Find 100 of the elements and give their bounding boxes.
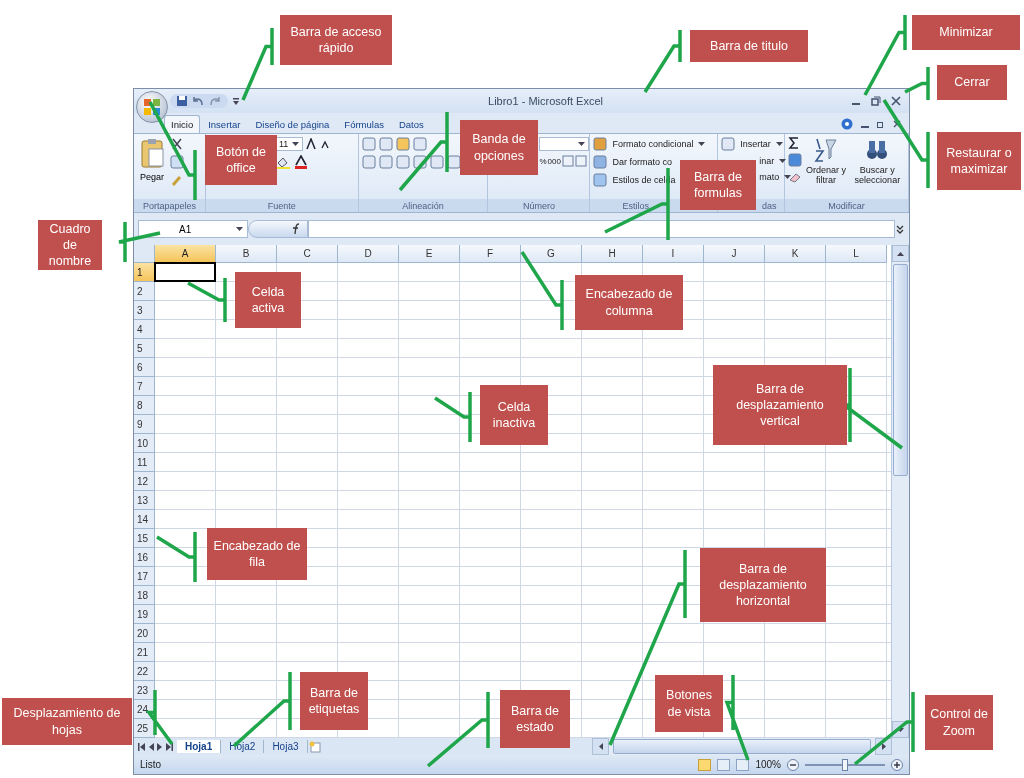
row-header[interactable]: 18: [134, 586, 155, 605]
row-header[interactable]: 4: [134, 320, 155, 339]
leader-line: [186, 276, 227, 324]
row-header[interactable]: 12: [134, 472, 155, 491]
ribbon-tab[interactable]: Inicio: [164, 115, 201, 133]
up-arrow-icon[interactable]: [897, 251, 904, 256]
leader-line: [117, 220, 162, 264]
column-header[interactable]: I: [643, 245, 704, 263]
sum-icon[interactable]: [788, 137, 801, 149]
format-button[interactable]: mato: [757, 171, 782, 183]
column-header[interactable]: L: [826, 245, 887, 263]
row-header[interactable]: 5: [134, 339, 155, 358]
column-header[interactable]: B: [216, 245, 277, 263]
row-header[interactable]: 1: [134, 263, 155, 282]
percent-button[interactable]: %: [539, 156, 547, 166]
horizontal-scrollbar[interactable]: [592, 738, 892, 755]
row-header[interactable]: 20: [134, 624, 155, 643]
insert-sheet-icon[interactable]: [307, 740, 324, 753]
row-header[interactable]: 6: [134, 358, 155, 377]
ribbon-tab[interactable]: Datos: [391, 115, 431, 133]
column-header[interactable]: C: [277, 245, 338, 263]
font-color-icon[interactable]: [293, 155, 308, 169]
zoom-in-icon[interactable]: [891, 758, 903, 771]
scroll-thumb[interactable]: [893, 264, 908, 476]
view-button[interactable]: [736, 758, 750, 771]
left-arrow-icon[interactable]: [598, 743, 603, 750]
previous-sheet-icon[interactable]: [148, 742, 154, 751]
sort-filter-button[interactable]: Ordenar y filtrar: [805, 137, 847, 196]
zoom-out-icon[interactable]: [787, 758, 799, 771]
name-box[interactable]: A1: [138, 220, 248, 238]
style-button[interactable]: Formato condicional: [610, 138, 696, 150]
restore-icon[interactable]: [877, 120, 885, 128]
delete-button[interactable]: inar: [757, 155, 777, 167]
row-header[interactable]: 8: [134, 396, 155, 415]
style-button[interactable]: Dar formato co: [610, 156, 674, 168]
column-header[interactable]: E: [399, 245, 460, 263]
row-header[interactable]: 21: [134, 643, 155, 662]
redo-icon[interactable]: [208, 95, 222, 107]
view-button[interactable]: [717, 758, 731, 771]
active-cell[interactable]: [154, 262, 216, 282]
row-header[interactable]: 3: [134, 301, 155, 320]
row-header[interactable]: 10: [134, 434, 155, 453]
clipboard-icon[interactable]: [139, 138, 165, 170]
fill-color-icon[interactable]: [274, 155, 291, 169]
sheet-tab[interactable]: Hoja3: [264, 740, 308, 753]
close-icon[interactable]: [891, 96, 901, 106]
paste-button[interactable]: Pegar: [137, 137, 167, 196]
find-select-button[interactable]: Buscar y seleccionar: [849, 137, 905, 196]
slider-thumb[interactable]: [842, 758, 848, 771]
down-arrow-icon[interactable]: [897, 727, 904, 732]
expand-icon[interactable]: [895, 224, 905, 234]
row-header[interactable]: 9: [134, 415, 155, 434]
right-arrow-icon[interactable]: [881, 743, 886, 750]
row-header[interactable]: 23: [134, 681, 155, 700]
save-icon[interactable]: [176, 95, 188, 107]
ribbon-tab[interactable]: Insertar: [201, 115, 248, 133]
row-header[interactable]: 13: [134, 491, 155, 510]
row-header[interactable]: 2: [134, 282, 155, 301]
ribbon-tab[interactable]: Diseño de página: [248, 115, 337, 133]
last-sheet-icon[interactable]: [166, 742, 173, 751]
formula-input[interactable]: [308, 220, 895, 238]
first-sheet-icon[interactable]: [138, 742, 145, 751]
ribbon-tab[interactable]: Fórmulas: [337, 115, 391, 133]
column-header[interactable]: A: [155, 245, 216, 263]
number-format-field[interactable]: [539, 137, 590, 151]
help-icon[interactable]: [841, 118, 853, 130]
scroll-thumb[interactable]: [613, 739, 871, 754]
insert-button[interactable]: Insertar: [738, 138, 773, 150]
undo-icon[interactable]: [191, 95, 205, 107]
column-header[interactable]: G: [521, 245, 582, 263]
group-label: Portapapeles: [142, 200, 196, 211]
restore-icon[interactable]: [871, 96, 881, 106]
row-header[interactable]: 7: [134, 377, 155, 396]
zoom-level[interactable]: 100%: [755, 759, 781, 770]
column-header[interactable]: H: [582, 245, 643, 263]
scissors-icon[interactable]: [170, 137, 184, 151]
column-header[interactable]: D: [338, 245, 399, 263]
thousands-button[interactable]: 000: [547, 156, 561, 166]
brush-icon[interactable]: [170, 173, 184, 187]
row-header[interactable]: 16: [134, 548, 155, 567]
column-header[interactable]: J: [704, 245, 765, 263]
row-header[interactable]: 19: [134, 605, 155, 624]
row-header[interactable]: 15: [134, 529, 155, 548]
row-header[interactable]: 17: [134, 567, 155, 586]
column-header[interactable]: K: [765, 245, 826, 263]
row-header[interactable]: 11: [134, 453, 155, 472]
row-header[interactable]: 25: [134, 719, 155, 738]
zoom-slider[interactable]: [805, 758, 885, 771]
sheet-tab[interactable]: Hoja1: [177, 740, 222, 753]
eraser-icon[interactable]: [788, 171, 803, 183]
view-button[interactable]: [698, 758, 712, 771]
vertical-scrollbar[interactable]: [891, 245, 909, 738]
row-header[interactable]: 14: [134, 510, 155, 529]
office-logo-icon[interactable]: [143, 98, 161, 116]
customize-icon[interactable]: [232, 96, 240, 106]
next-sheet-icon[interactable]: [157, 742, 163, 751]
row-header[interactable]: 22: [134, 662, 155, 681]
column-header[interactable]: F: [460, 245, 521, 263]
function-icon[interactable]: [291, 223, 301, 235]
sort-filter-icon[interactable]: [813, 137, 838, 163]
